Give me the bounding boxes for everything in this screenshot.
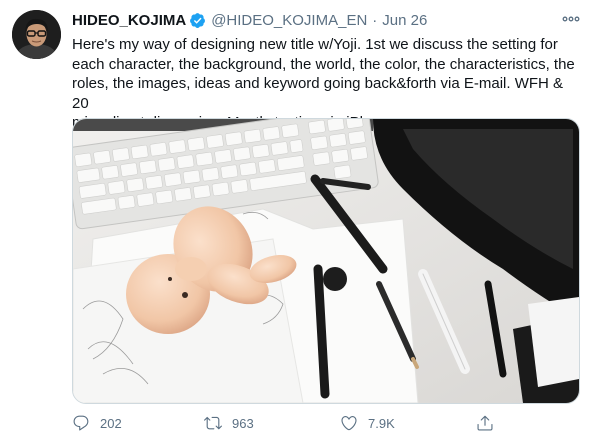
avatar[interactable]: [12, 10, 61, 59]
share-button[interactable]: [476, 412, 494, 434]
author-handle[interactable]: @HIDEO_KOJIMA_EN: [211, 12, 367, 29]
verified-badge-icon: [189, 12, 206, 29]
tweet-header: HIDEO_KOJIMA @HIDEO_KOJIMA_EN · Jun 26: [72, 11, 427, 29]
author-name[interactable]: HIDEO_KOJIMA: [72, 12, 186, 29]
like-button[interactable]: 7.9K: [340, 412, 395, 434]
more-options-button[interactable]: [556, 8, 586, 30]
tweet-photo[interactable]: [72, 118, 580, 404]
tweet-actions: 202 963 7.9K: [72, 412, 502, 434]
reply-button[interactable]: 202: [72, 412, 122, 434]
separator-dot: ·: [372, 11, 378, 29]
retweet-icon: [204, 416, 222, 430]
tweet-date[interactable]: Jun 26: [382, 12, 427, 29]
reply-icon: [73, 415, 89, 431]
share-icon: [477, 415, 493, 431]
like-count: 7.9K: [368, 415, 395, 431]
more-options-icon: [562, 16, 580, 22]
retweet-button[interactable]: 963: [204, 412, 254, 434]
reply-count: 202: [100, 415, 122, 431]
retweet-count: 963: [232, 415, 254, 431]
tweet[interactable]: HIDEO_KOJIMA @HIDEO_KOJIMA_EN · Jun 26 H…: [0, 0, 593, 436]
heart-icon: [341, 416, 357, 431]
